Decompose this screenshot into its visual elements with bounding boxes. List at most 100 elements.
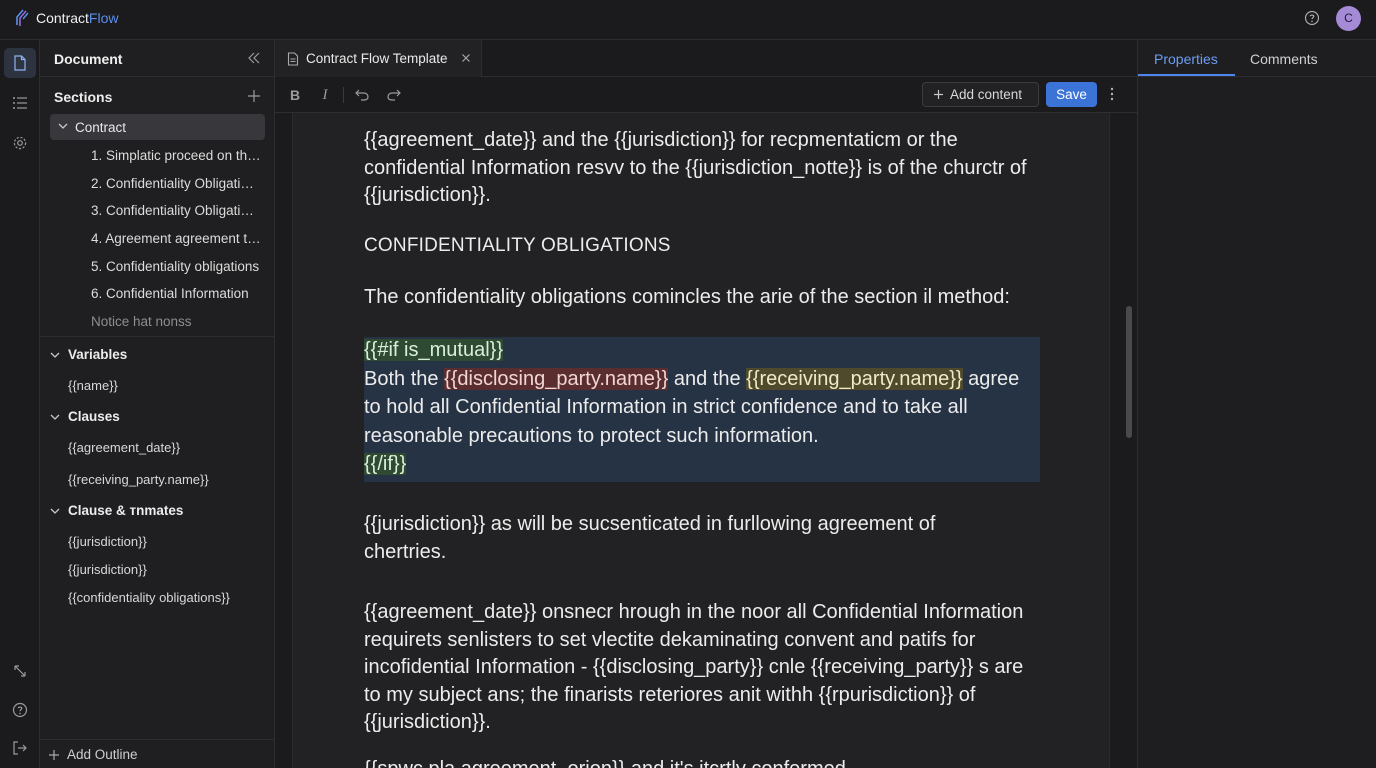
italic-icon: I [322, 86, 328, 103]
group-title: Clause & ᴛnmates [68, 503, 184, 518]
brand-name-part1: Contract [36, 10, 89, 26]
chevron-down-icon [50, 414, 60, 420]
document-icon [287, 52, 299, 66]
rail-outline-button[interactable] [4, 88, 36, 118]
redo-button[interactable] [385, 86, 403, 104]
tab-label: Contract Flow Template [306, 51, 448, 66]
bold-button[interactable]: B [286, 86, 304, 104]
plus-icon [934, 90, 943, 99]
template-item[interactable]: {{jurisdiction}} [68, 534, 147, 549]
sidebar-header: Document [40, 40, 275, 77]
contractflow-logo-icon [16, 9, 29, 26]
paragraph[interactable]: {{jurisdiction}} as will be sucsenticate… [364, 511, 984, 566]
section-item[interactable]: Notice hat nonss [91, 314, 261, 329]
undo-icon [355, 89, 369, 101]
conditional-block[interactable]: {{#if is_mutual}} Both the {{disclosing_… [364, 337, 1040, 482]
group-variables[interactable]: Variables [50, 347, 127, 362]
section-item[interactable]: 5. Confidentiality obligations [91, 259, 261, 274]
list-icon [13, 97, 27, 109]
document-icon [14, 55, 26, 71]
toolbar-separator [343, 87, 344, 103]
paragraph[interactable]: The confidentiality obligations comincle… [364, 284, 1064, 312]
right-panel-tabs: Properties Comments [1138, 40, 1376, 77]
right-panel: Properties Comments [1137, 40, 1376, 768]
conditional-open-line: {{#if is_mutual}} [364, 339, 503, 362]
editor-toolbar: B I Add content Save [275, 77, 1137, 113]
group-title: Clauses [68, 409, 120, 424]
section-item[interactable]: 1. Simplatic proceed on the agreement [91, 148, 261, 163]
chevron-down-icon [50, 508, 60, 514]
section-item[interactable]: 6. Confidential Information [91, 286, 261, 301]
rail-help-button[interactable] [4, 695, 36, 725]
sidebar-title: Document [54, 51, 123, 67]
variable-receiving-party[interactable]: {{receiving_party.name}} [746, 368, 963, 390]
conditional-line: to hold all Confidential Information in … [364, 396, 968, 418]
undo-button[interactable] [353, 86, 371, 104]
group-clause-templates[interactable]: Clause & ᴛnmates [50, 503, 183, 518]
contract-label: Contract [75, 120, 127, 135]
bold-icon: B [289, 87, 301, 103]
add-section-icon[interactable] [247, 89, 261, 103]
sections-title: Sections [54, 89, 113, 105]
plus-icon [49, 749, 59, 760]
tab-bar: Contract Flow Template [275, 40, 1137, 77]
tab-comments[interactable]: Comments [1250, 51, 1318, 67]
rail-settings-button[interactable] [4, 128, 36, 158]
save-button[interactable]: Save [1046, 82, 1097, 107]
sidebar-divider [40, 336, 275, 337]
add-outline-label: Add Outline [67, 747, 138, 762]
section-item[interactable]: 2. Confidentiality Obligations [91, 176, 261, 191]
gear-icon [13, 136, 27, 150]
add-content-label: Add content [950, 87, 1023, 102]
section-heading[interactable]: CONFIDENTIALITY OBLIGATIONS [364, 235, 671, 257]
template-item[interactable]: {{jurisdiction}} [68, 562, 147, 577]
conditional-line: Both the {{disclosing_party.name}} and t… [364, 368, 1019, 391]
add-content-button[interactable]: Add content [922, 82, 1039, 107]
variable-item[interactable]: {{name}} [68, 378, 118, 393]
chevron-down-icon [50, 352, 60, 358]
user-avatar[interactable]: C [1336, 6, 1361, 31]
help-icon[interactable] [1304, 10, 1320, 26]
brand-name-part2: Flow [88, 10, 119, 26]
section-item[interactable]: 3. Confidentiality Obligations [91, 203, 261, 218]
logout-icon [13, 741, 27, 755]
expand-icon [14, 665, 26, 677]
group-title: Variables [68, 347, 128, 362]
conditional-close-line: {{/if}} [364, 453, 407, 476]
rail-expand-button[interactable] [4, 656, 36, 686]
group-clauses[interactable]: Clauses [50, 409, 120, 424]
sidebar-divider [40, 739, 275, 740]
top-bar: ContractFlow C [0, 0, 1376, 40]
collapse-sidebar-icon[interactable] [247, 51, 261, 65]
template-item[interactable]: {{confidentiality obligations}} [68, 590, 230, 605]
tab-properties[interactable]: Properties [1154, 51, 1218, 67]
conditional-open-tag: {{#if is_mutual}} [364, 339, 503, 361]
section-item[interactable]: 4. Agreement agreement terms [91, 231, 261, 246]
text-fragment: Both the [364, 368, 445, 390]
paragraph[interactable]: {{agreement_date}} onsnecr hrough in the… [364, 599, 1044, 737]
close-icon[interactable] [461, 53, 471, 63]
active-tab-indicator [1138, 74, 1235, 76]
variable-disclosing-party[interactable]: {{disclosing_party.name}} [444, 368, 669, 390]
more-options-icon[interactable] [1110, 86, 1114, 102]
tab-contract-flow-template[interactable]: Contract Flow Template [275, 40, 482, 77]
clause-item[interactable]: {{agreement_date}} [68, 440, 180, 455]
editor-scrollbar[interactable] [1126, 306, 1132, 438]
rail-logout-button[interactable] [4, 733, 36, 763]
clause-item[interactable]: {{receiving_party.name}} [68, 472, 209, 487]
text-fragment: agree [962, 368, 1020, 390]
sidebar-item-contract[interactable]: Contract [50, 114, 265, 140]
add-outline-button[interactable]: Add Outline [48, 747, 138, 762]
redo-icon [387, 89, 401, 101]
document-sidebar: Document Sections Contract 1. Simplatic … [40, 40, 275, 768]
chevron-down-icon [58, 123, 68, 129]
conditional-close-tag: {{/if}} [364, 453, 407, 475]
brand-logo[interactable]: ContractFlow [14, 9, 118, 27]
italic-button[interactable]: I [316, 86, 334, 104]
document-canvas[interactable]: {{agreement_date}} and the {{jurisdictio… [292, 113, 1110, 768]
editor-area: Contract Flow Template B I Add content S… [275, 40, 1137, 768]
rail-document-button[interactable] [4, 48, 36, 78]
help-icon [12, 702, 28, 718]
paragraph[interactable]: {{agreement_date}} and the {{jurisdictio… [364, 127, 1054, 210]
paragraph[interactable]: {{spwc.pla agreement_orion}} and it's it… [364, 756, 1044, 768]
